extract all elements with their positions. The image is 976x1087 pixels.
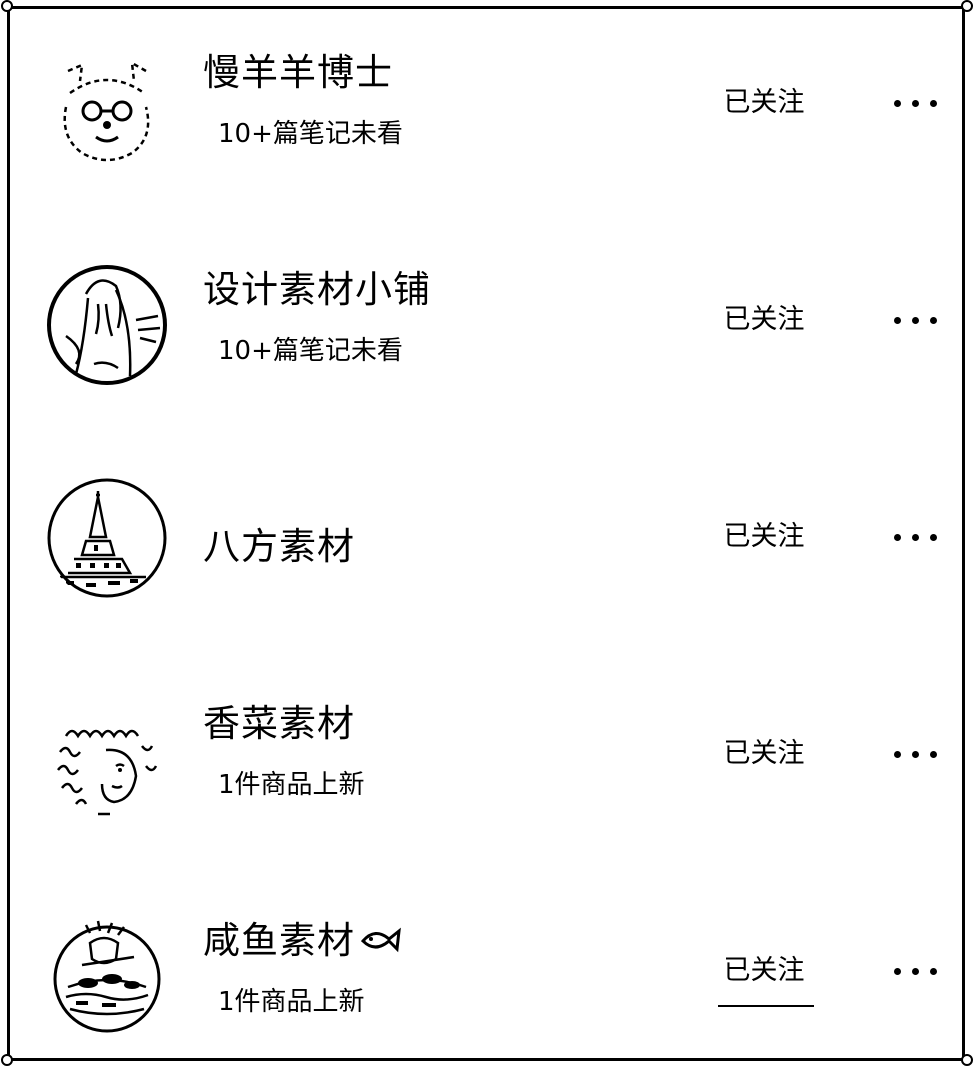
account-name: 咸鱼素材 — [203, 919, 355, 962]
list-item[interactable]: 咸鱼素材 1件商品上新 已关注 — [10, 877, 962, 1087]
more-dot — [930, 751, 937, 758]
more-dots-icon — [894, 534, 901, 541]
list-item[interactable]: 设计素材小铺 10+篇笔记未看 已关注 — [10, 226, 962, 436]
account-name-wrapper: 咸鱼素材 — [203, 919, 403, 965]
more-options-button[interactable] — [890, 962, 944, 982]
more-dot — [930, 534, 937, 541]
more-dot — [930, 317, 937, 324]
more-dot — [912, 968, 919, 975]
followed-button[interactable]: 已关注 — [716, 520, 812, 554]
portrait-sketch-icon — [47, 265, 167, 385]
following-list: 慢羊羊博士 10+篇笔记未看 已关注 设计素材小铺 10+篇笔记未看 已关注 八… — [10, 9, 962, 1059]
more-dot — [912, 751, 919, 758]
more-dot — [912, 534, 919, 541]
more-dot — [912, 100, 919, 107]
more-options-button[interactable] — [890, 311, 944, 331]
more-options-button[interactable] — [890, 745, 944, 765]
avatar[interactable] — [46, 47, 168, 169]
more-options-button[interactable] — [890, 528, 944, 548]
followed-button[interactable]: 已关注 — [716, 86, 812, 120]
sheep-cartoon-icon — [63, 60, 150, 162]
more-dots-icon — [894, 100, 901, 107]
fishing-boat-sketch-icon — [53, 920, 161, 1033]
curly-hair-portrait-icon — [57, 729, 158, 816]
fish-icon — [359, 921, 403, 965]
tower-sketch-icon — [47, 478, 167, 598]
followed-button[interactable]: 已关注 — [716, 303, 812, 337]
avatar[interactable] — [46, 696, 168, 818]
more-dots-icon — [894, 751, 901, 758]
unread-notes-status: 10+篇笔记未看 — [218, 119, 403, 149]
more-dot — [930, 968, 937, 975]
new-products-status: 1件商品上新 — [218, 987, 365, 1017]
account-name: 香菜素材 — [203, 702, 355, 745]
account-name: 慢羊羊博士 — [203, 51, 393, 94]
more-dot — [912, 317, 919, 324]
more-dot — [930, 100, 937, 107]
more-dots-icon — [894, 968, 901, 975]
list-item[interactable]: 八方素材 已关注 — [10, 443, 962, 653]
list-item[interactable]: 香菜素材 1件商品上新 已关注 — [10, 660, 962, 870]
frame-corner-handle[interactable] — [961, 0, 973, 12]
frame-corner-handle[interactable] — [961, 1054, 973, 1066]
avatar[interactable] — [46, 264, 168, 386]
avatar[interactable] — [46, 477, 168, 599]
account-name: 八方素材 — [203, 525, 355, 568]
followed-button[interactable]: 已关注 — [716, 737, 812, 771]
unread-notes-status: 10+篇笔记未看 — [218, 336, 403, 366]
avatar[interactable] — [46, 913, 168, 1035]
more-dots-icon — [894, 317, 901, 324]
more-options-button[interactable] — [890, 94, 944, 114]
focus-underline — [718, 1005, 814, 1007]
list-item[interactable]: 慢羊羊博士 10+篇笔记未看 已关注 — [10, 9, 962, 219]
followed-button[interactable]: 已关注 — [716, 954, 812, 988]
account-name: 设计素材小铺 — [203, 268, 431, 311]
new-products-status: 1件商品上新 — [218, 770, 365, 800]
